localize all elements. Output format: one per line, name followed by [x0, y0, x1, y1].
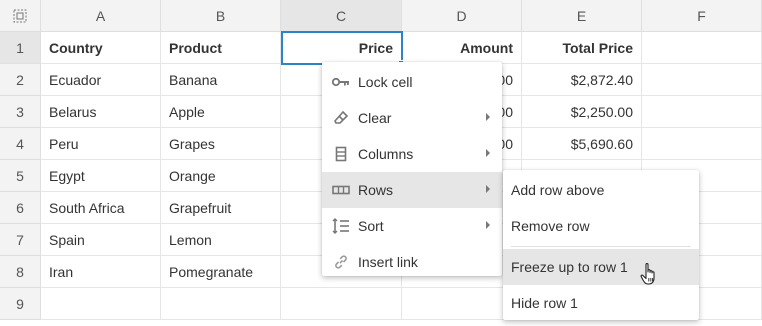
menu-item-label: Sort	[358, 218, 384, 234]
row-header-8[interactable]: 8	[0, 256, 41, 288]
cell-c1[interactable]: Price	[281, 32, 402, 64]
cell-d1[interactable]: Amount	[402, 32, 522, 64]
menu-item-label: Columns	[358, 146, 414, 162]
cell-a3[interactable]: Belarus	[41, 96, 161, 128]
column-header-e[interactable]: E	[522, 0, 642, 32]
eraser-icon	[332, 109, 350, 127]
cell-b4[interactable]: Grapes	[161, 128, 281, 160]
cell-f4[interactable]	[642, 128, 762, 160]
select-all-corner[interactable]	[0, 0, 41, 32]
row-header-4[interactable]: 4	[0, 128, 41, 160]
row-header-2[interactable]: 2	[0, 64, 41, 96]
row-header-7[interactable]: 7	[0, 224, 41, 256]
cell-b9[interactable]	[161, 288, 281, 320]
row-header-1[interactable]: 1	[0, 32, 41, 64]
menu-item-label: Insert link	[358, 254, 418, 270]
submenu-item-add-row-above[interactable]: Add row above	[503, 172, 699, 208]
cell-b2[interactable]: Banana	[161, 64, 281, 96]
cell-a7[interactable]: Spain	[41, 224, 161, 256]
chevron-right-icon	[486, 221, 490, 229]
rows-icon	[332, 181, 350, 199]
cell-e3[interactable]: $2,250.00	[522, 96, 642, 128]
row-header-6[interactable]: 6	[0, 192, 41, 224]
menu-item-label: Rows	[358, 182, 394, 198]
cell-b6[interactable]: Grapefruit	[161, 192, 281, 224]
menu-item-sort[interactable]: Sort	[322, 208, 502, 244]
row-header-5[interactable]: 5	[0, 160, 41, 192]
chevron-right-icon	[486, 185, 490, 193]
menu-item-label: Clear	[358, 110, 392, 126]
cell-a6[interactable]: South Africa	[41, 192, 161, 224]
cell-e1[interactable]: Total Price	[522, 32, 642, 64]
key-icon	[332, 73, 350, 91]
cell-b1[interactable]: Product	[161, 32, 281, 64]
submenu-item-freeze-rows[interactable]: Freeze up to row 1	[503, 249, 699, 285]
cell-b3[interactable]: Apple	[161, 96, 281, 128]
cell-b8[interactable]: Pomegranate	[161, 256, 281, 288]
cell-a2[interactable]: Ecuador	[41, 64, 161, 96]
menu-item-rows[interactable]: Rows	[322, 172, 502, 208]
cell-e4[interactable]: $5,690.60	[522, 128, 642, 160]
cell-f3[interactable]	[642, 96, 762, 128]
menu-item-clear[interactable]: Clear	[322, 100, 502, 136]
rows-submenu: Add row above Remove row Freeze up to ro…	[503, 170, 699, 320]
row-header-9[interactable]: 9	[0, 288, 41, 320]
submenu-item-remove-row[interactable]: Remove row	[503, 208, 699, 244]
cell-f2[interactable]	[642, 64, 762, 96]
cell-a5[interactable]: Egypt	[41, 160, 161, 192]
menu-item-insert-link[interactable]: Insert link	[322, 244, 502, 280]
menu-item-label: Lock cell	[358, 74, 413, 90]
cell-a4[interactable]: Peru	[41, 128, 161, 160]
hand-cursor-icon	[640, 263, 655, 285]
submenu-item-hide-row[interactable]: Hide row 1	[503, 285, 699, 321]
column-header-b[interactable]: B	[161, 0, 281, 32]
link-icon	[332, 253, 350, 271]
columns-icon	[332, 145, 350, 163]
column-header-f[interactable]: F	[642, 0, 762, 32]
chevron-right-icon	[486, 149, 490, 157]
cell-b7[interactable]: Lemon	[161, 224, 281, 256]
cell-a9[interactable]	[41, 288, 161, 320]
context-menu: Lock cell Clear Columns Rows Sort Insert…	[322, 62, 502, 276]
cell-c9[interactable]	[281, 288, 402, 320]
sort-icon	[332, 217, 350, 235]
cell-f1[interactable]	[642, 32, 762, 64]
submenu-divider	[511, 246, 691, 247]
menu-item-lock-cell[interactable]: Lock cell	[322, 64, 502, 100]
cell-e2[interactable]: $2,872.40	[522, 64, 642, 96]
select-all-icon	[13, 9, 27, 22]
menu-item-columns[interactable]: Columns	[322, 136, 502, 172]
chevron-right-icon	[486, 113, 490, 121]
column-header-c[interactable]: C	[281, 0, 402, 32]
column-header-a[interactable]: A	[41, 0, 161, 32]
cell-a8[interactable]: Iran	[41, 256, 161, 288]
column-header-d[interactable]: D	[402, 0, 522, 32]
cell-b5[interactable]: Orange	[161, 160, 281, 192]
cell-a1[interactable]: Country	[41, 32, 161, 64]
row-header-3[interactable]: 3	[0, 96, 41, 128]
